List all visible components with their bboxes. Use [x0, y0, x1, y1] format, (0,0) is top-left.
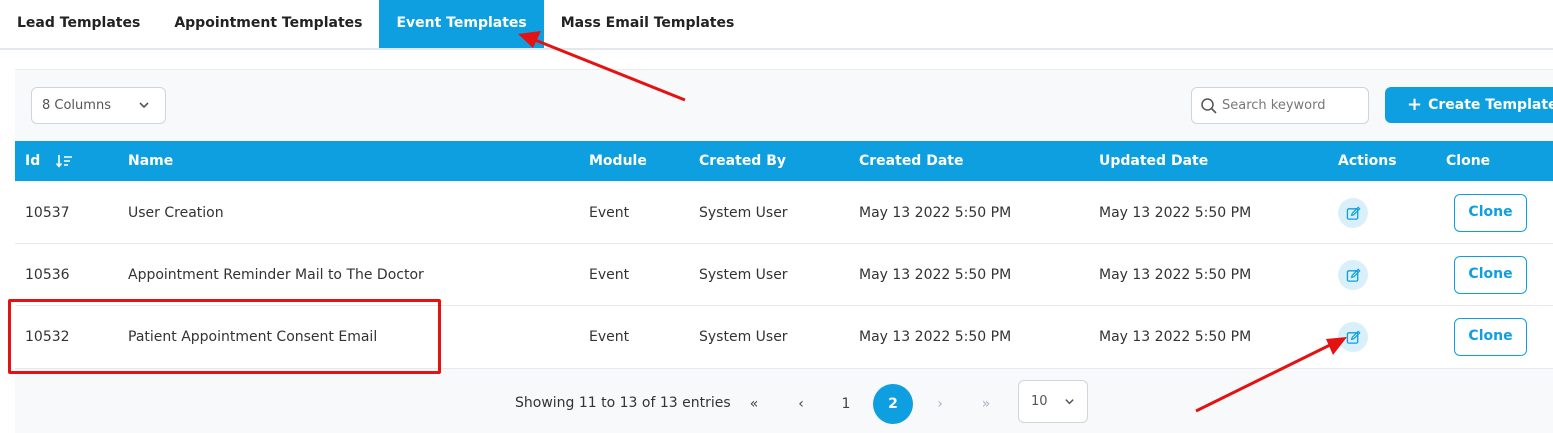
header-id[interactable]: Id: [25, 141, 73, 181]
page-1-button[interactable]: 1: [826, 384, 866, 424]
tab-appointment-templates[interactable]: Appointment Templates: [157, 0, 379, 48]
template-tabs: Lead Templates Appointment Templates Eve…: [0, 0, 1553, 50]
table-row: 10536 Appointment Reminder Mail to The D…: [15, 244, 1553, 306]
header-clone: Clone: [1446, 153, 1491, 169]
edit-icon: [1346, 268, 1361, 282]
cell-id: 10537: [25, 205, 70, 221]
clone-button[interactable]: Clone: [1454, 194, 1527, 232]
create-template-label: Create Template: [1428, 97, 1553, 113]
next-page-button[interactable]: ›: [920, 384, 960, 424]
edit-icon: [1346, 330, 1361, 344]
cell-module: Event: [589, 205, 630, 221]
cell-name: User Creation: [128, 205, 224, 221]
first-page-button[interactable]: «: [734, 384, 774, 424]
header-updated-date[interactable]: Updated Date: [1099, 141, 1208, 181]
columns-select-label: 8 Columns: [42, 98, 111, 113]
plus-icon: +: [1407, 94, 1423, 115]
cell-created-by: System User: [699, 205, 788, 221]
columns-select[interactable]: 8 Columns: [31, 87, 166, 124]
search-box[interactable]: [1191, 87, 1369, 124]
clone-button[interactable]: Clone: [1454, 318, 1527, 356]
cell-updated-date: May 13 2022 5:50 PM: [1099, 329, 1252, 345]
tab-lead-templates[interactable]: Lead Templates: [0, 0, 157, 48]
sort-descending-icon[interactable]: [55, 153, 73, 169]
cell-created-date: May 13 2022 5:50 PM: [859, 267, 1012, 283]
tab-event-templates[interactable]: Event Templates: [379, 0, 544, 48]
edit-button[interactable]: [1338, 198, 1368, 228]
chevron-down-icon: [139, 102, 149, 109]
clone-button[interactable]: Clone: [1454, 256, 1527, 294]
cell-created-date: May 13 2022 5:50 PM: [859, 329, 1012, 345]
cell-id: 10536: [25, 267, 70, 283]
prev-page-button[interactable]: ‹: [781, 384, 821, 424]
entries-summary: Showing 11 to 13 of 13 entries: [515, 395, 731, 411]
cell-created-date: May 13 2022 5:50 PM: [859, 205, 1012, 221]
tab-mass-email-templates[interactable]: Mass Email Templates: [544, 0, 752, 48]
pagination-footer: Showing 11 to 13 of 13 entries « ‹ 1 2 ›…: [15, 369, 1553, 433]
cell-updated-date: May 13 2022 5:50 PM: [1099, 205, 1252, 221]
edit-icon: [1346, 206, 1361, 220]
cell-created-by: System User: [699, 267, 788, 283]
page-2-button[interactable]: 2: [873, 384, 913, 424]
search-input[interactable]: [1222, 98, 1362, 113]
cell-updated-date: May 13 2022 5:50 PM: [1099, 267, 1252, 283]
cell-name: Patient Appointment Consent Email: [128, 329, 378, 345]
chevron-down-icon: [1065, 399, 1074, 405]
create-template-button[interactable]: + Create Template: [1385, 87, 1553, 123]
page-size-select[interactable]: 10: [1018, 380, 1088, 423]
table-row: 10532 Patient Appointment Consent Email …: [15, 306, 1553, 369]
cell-module: Event: [589, 267, 630, 283]
cell-module: Event: [589, 329, 630, 345]
edit-button[interactable]: [1338, 260, 1368, 290]
page-size-value: 10: [1031, 394, 1048, 409]
search-icon: [1201, 97, 1217, 114]
last-page-button[interactable]: »: [966, 384, 1006, 424]
header-created-date[interactable]: Created Date: [859, 141, 963, 181]
header-module[interactable]: Module: [589, 141, 647, 181]
header-id-label: Id: [25, 153, 41, 169]
table-header: Id Name Module Created By Created Date U…: [15, 141, 1553, 181]
header-created-by[interactable]: Created By: [699, 141, 786, 181]
cell-id: 10532: [25, 329, 70, 345]
edit-button[interactable]: [1338, 322, 1368, 352]
cell-created-by: System User: [699, 329, 788, 345]
header-actions: Actions: [1338, 153, 1397, 169]
cell-name: Appointment Reminder Mail to The Doctor: [128, 267, 424, 283]
table-row: 10537 User Creation Event System User Ma…: [15, 182, 1553, 244]
header-name[interactable]: Name: [128, 141, 173, 181]
